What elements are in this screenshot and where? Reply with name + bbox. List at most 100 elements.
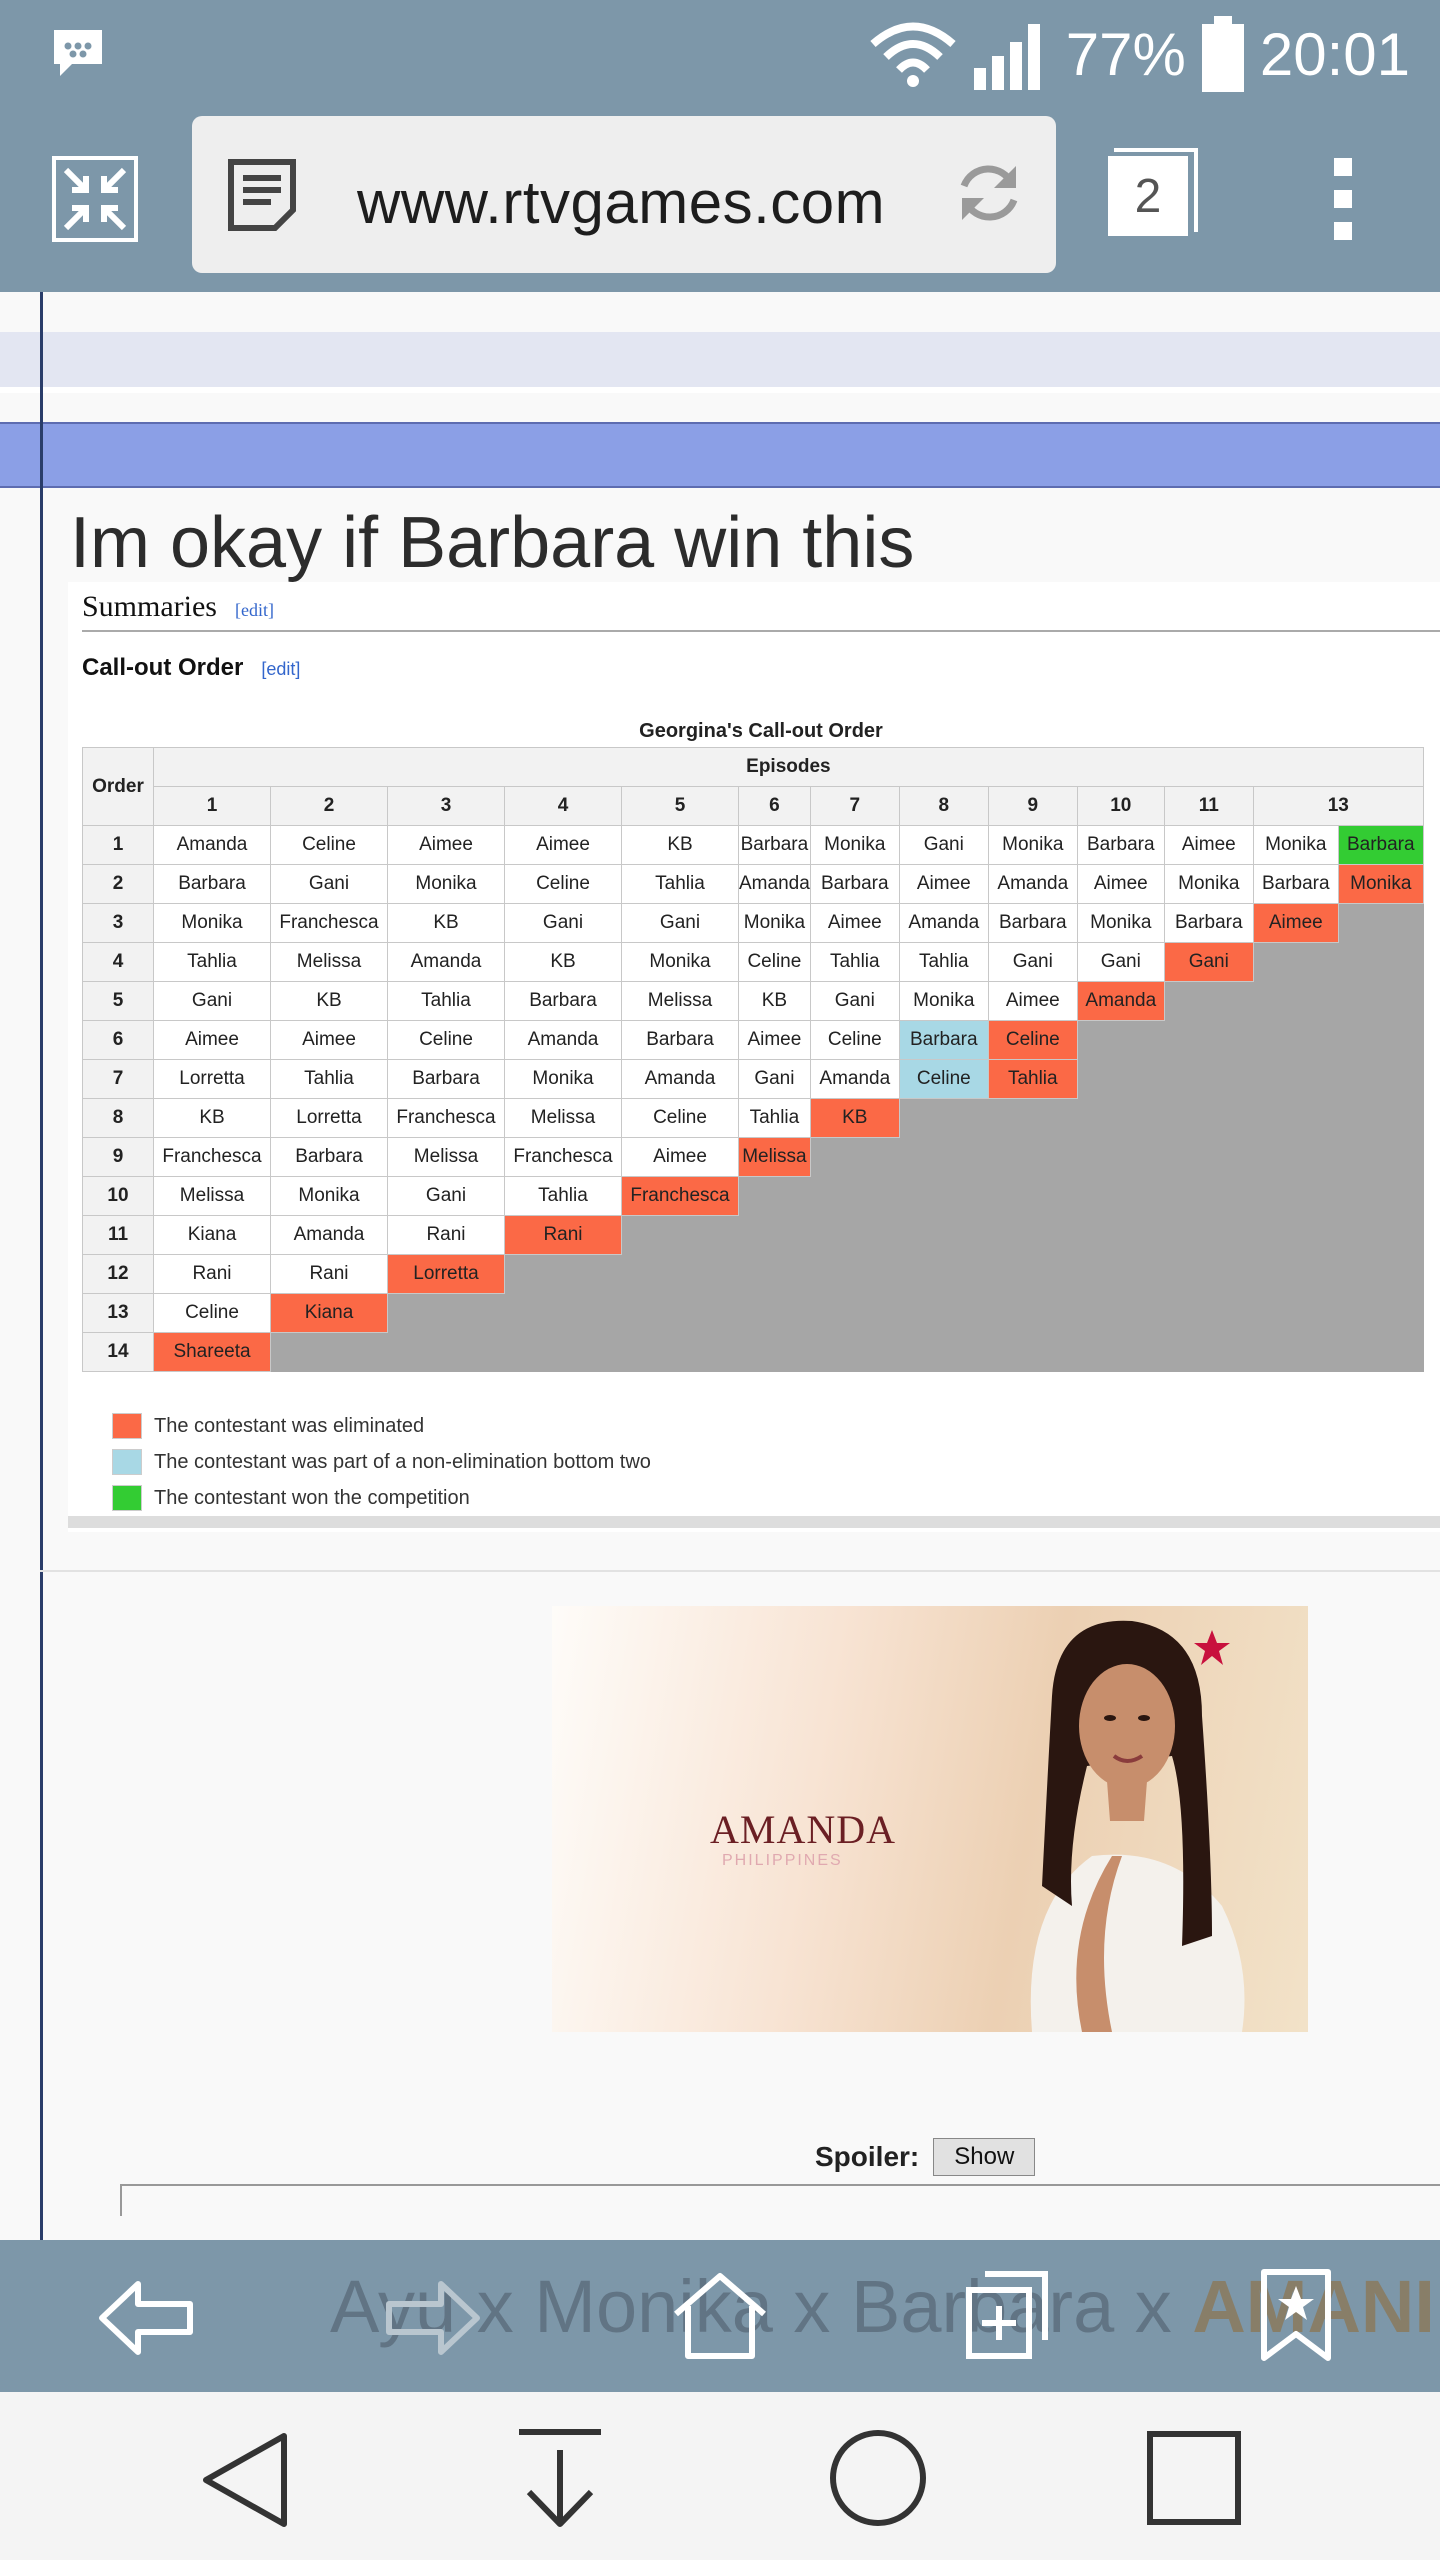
episode-header: 5 — [621, 786, 739, 826]
contestant-cell: Rani — [387, 1215, 505, 1255]
new-tab-icon[interactable] — [965, 2270, 1049, 2360]
table-row: 8 KB Lorretta Franchesca Melissa Celine Tahlia… — [82, 1098, 1424, 1138]
table-row: 5 Gani KB Tahlia Barbara Melissa KB Gani Monika A… — [82, 981, 1424, 1021]
contestant-cell: Celine — [738, 942, 811, 982]
empty-cell — [1163, 1137, 1254, 1177]
empty-cell — [1252, 1176, 1339, 1216]
forward-icon[interactable] — [385, 2280, 481, 2356]
table-row: 1 Amanda Celine Aimee Aimee KB Barbara Monika Ga… — [82, 825, 1424, 865]
contestant-cell: Barbara — [987, 903, 1078, 943]
edit-link: [edit] — [235, 600, 274, 620]
browser-bottom-bar: Ayu x Monika x Barbara x AMANI — [0, 2240, 1440, 2392]
contestant-cell: Amanda — [504, 1020, 622, 1060]
spoiler: Spoiler: Show — [815, 2138, 1036, 2176]
order-cell: 11 — [82, 1215, 154, 1255]
empty-cell — [1252, 1059, 1339, 1099]
contestant-cell: Gani — [809, 981, 900, 1021]
empty-cell — [898, 1176, 989, 1216]
empty-cell — [1337, 1215, 1424, 1255]
contestant-cell: KB — [621, 825, 739, 865]
empty-cell — [1076, 1137, 1165, 1177]
order-cell: 2 — [82, 864, 154, 904]
legend-label: The contestant was eliminated — [154, 1414, 425, 1437]
contestant-cell: Rani — [270, 1254, 388, 1294]
tab-switcher-button[interactable]: 2 — [1108, 148, 1198, 236]
post-title: Im okay if Barbara win this — [70, 503, 915, 583]
spoiler-label: Spoiler: — [815, 2141, 920, 2172]
table-row: 2 Barbara Gani Monika Celine Tahlia Amanda Barb… — [82, 864, 1424, 904]
contestant-cell: Barbara — [1337, 825, 1424, 865]
order-cell: 7 — [82, 1059, 154, 1099]
url-text[interactable]: www.rtvgames.com — [357, 168, 885, 237]
empty-cell — [1337, 1137, 1424, 1177]
contestant-cell: Melissa — [270, 942, 388, 982]
contestant-cell: Aimee — [1252, 903, 1339, 943]
table-row: 9 Franchesca Barbara Melissa Franchesca Aimee… — [82, 1137, 1424, 1177]
contestant-cell: Barbara — [809, 864, 900, 904]
empty-cell — [898, 1332, 989, 1372]
empty-cell — [621, 1332, 739, 1372]
back-icon[interactable] — [98, 2280, 194, 2356]
nav-back-icon[interactable] — [200, 2430, 290, 2530]
home-icon[interactable] — [672, 2270, 768, 2360]
contestant-cell: Celine — [621, 1098, 739, 1138]
contestant-cell: Monika — [504, 1059, 622, 1099]
empty-cell — [738, 1293, 811, 1333]
menu-icon[interactable] — [1328, 154, 1358, 244]
contestant-cell: Melissa — [738, 1137, 811, 1177]
contestant-cell: Celine — [504, 864, 622, 904]
contestant-cell: Amanda — [621, 1059, 739, 1099]
order-cell: 6 — [82, 1020, 154, 1060]
nav-home-icon[interactable] — [828, 2428, 928, 2528]
empty-cell — [621, 1254, 739, 1294]
nav-recents-icon[interactable] — [1146, 2430, 1242, 2526]
bookmark-icon[interactable] — [1260, 2268, 1332, 2364]
empty-cell — [1337, 942, 1424, 982]
contestant-cell: Barbara — [270, 1137, 388, 1177]
contestant-cell: Barbara — [504, 981, 622, 1021]
empty-cell — [1163, 981, 1254, 1021]
empty-cell — [1337, 1176, 1424, 1216]
table-row: 13 Celine Kiana — [82, 1293, 1424, 1333]
empty-cell — [1337, 1020, 1424, 1060]
empty-cell — [387, 1332, 505, 1372]
empty-cell — [1076, 1254, 1165, 1294]
empty-cell — [809, 1332, 900, 1372]
contestant-cell: Amanda — [270, 1215, 388, 1255]
contestant-cell: Monika — [987, 825, 1078, 865]
table-row: 10 Melissa Monika Gani Tahlia Franchesca — [82, 1176, 1424, 1216]
contestant-cell: KB — [270, 981, 388, 1021]
minimize-icon[interactable] — [52, 156, 138, 242]
order-cell: 12 — [82, 1254, 154, 1294]
empty-cell — [987, 1137, 1078, 1177]
empty-cell — [987, 1176, 1078, 1216]
empty-cell — [1337, 1332, 1424, 1372]
empty-cell — [809, 1137, 900, 1177]
contestant-cell: Tahlia — [621, 864, 739, 904]
table-caption: Georgina's Call-out Order — [639, 720, 883, 742]
contestant-cell: Barbara — [1252, 864, 1339, 904]
reader-icon[interactable] — [227, 158, 297, 232]
order-cell: 5 — [82, 981, 154, 1021]
order-cell: 10 — [82, 1176, 154, 1216]
contestant-cell: Amanda — [987, 864, 1078, 904]
contestant-cell: Gani — [987, 942, 1078, 982]
contestant-cell: KB — [387, 903, 505, 943]
address-bar[interactable]: www.rtvgames.com — [192, 116, 1056, 273]
order-cell: 14 — [82, 1332, 154, 1372]
empty-cell — [1163, 1176, 1254, 1216]
photo-name: AMANDA — [710, 1807, 896, 1852]
empty-cell — [504, 1332, 622, 1372]
nav-down-icon[interactable] — [515, 2428, 605, 2532]
empty-cell — [1252, 1293, 1339, 1333]
episode-header: 2 — [270, 786, 388, 826]
empty-cell — [1076, 1332, 1165, 1372]
contestant-cell: Monika — [1337, 864, 1424, 904]
empty-cell — [1252, 1215, 1339, 1255]
refresh-icon[interactable] — [952, 156, 1026, 230]
photo-subtitle: PHILIPPINES — [722, 1852, 843, 1869]
spoiler-show-button[interactable]: Show — [933, 2138, 1036, 2176]
contestant-cell: Barbara — [1163, 903, 1254, 943]
legend-swatch — [112, 1485, 142, 1511]
summaries-heading: Summaries [edit] — [82, 590, 274, 623]
